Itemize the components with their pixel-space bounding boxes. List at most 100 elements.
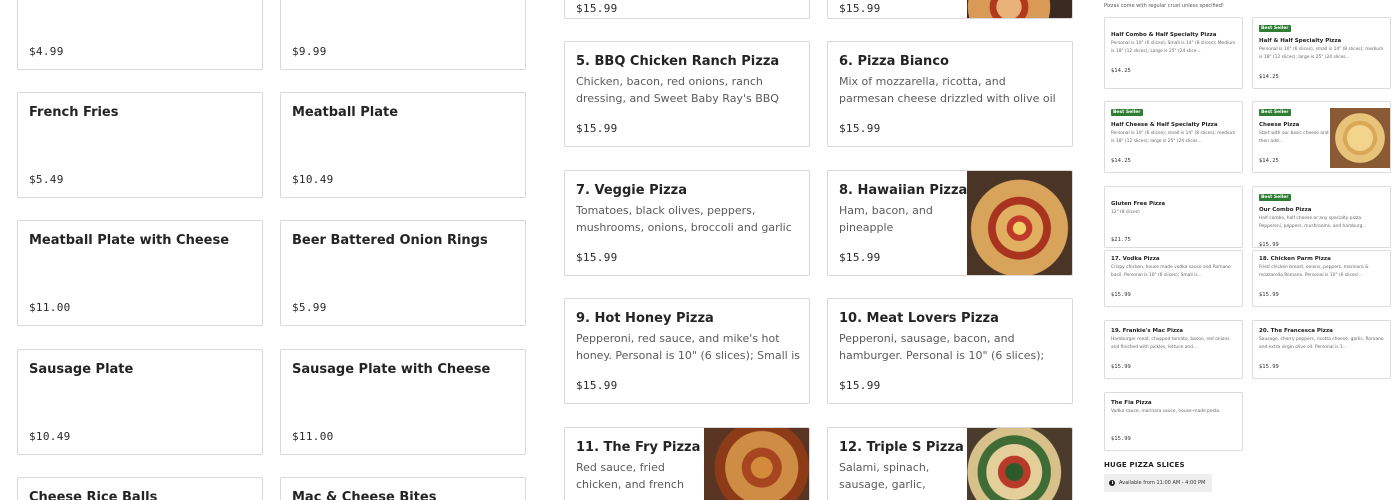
item-name: 18. Chicken Parm Pizza (1259, 256, 1331, 262)
best-seller-badge: Best Seller (1259, 194, 1291, 201)
item-name: Sausage Plate with Cheese (292, 362, 491, 377)
item-name: 11. The Fry Pizza (576, 440, 701, 455)
item-name: 20. The Francesca Pizza (1259, 328, 1333, 334)
pizza-photo (1330, 108, 1390, 168)
item-price: $15.99 (1259, 364, 1279, 370)
pizza-photo (967, 428, 1072, 500)
mini-menu-card[interactable]: Best Seller Half & Half Specialty Pizza … (1252, 17, 1391, 89)
item-price: $14.25 (1111, 158, 1131, 164)
menu-item-card[interactable]: 11. The Fry Pizza Red sauce, fried chick… (564, 427, 810, 500)
item-description: Vodka sauce, marinara sauce, house-made … (1111, 409, 1221, 414)
mini-menu-card[interactable]: Best Seller Cheese Pizza Start with our … (1252, 101, 1391, 173)
item-name: Half Combo & Half Specialty Pizza (1111, 32, 1217, 38)
item-name: 17. Vodka Pizza (1111, 256, 1160, 262)
item-price: $14.25 (1111, 68, 1131, 74)
mini-menu-card[interactable]: Half Combo & Half Specialty Pizza Person… (1104, 17, 1243, 89)
menu-item-card[interactable]: Cheese Rice Balls (17, 477, 263, 500)
mini-menu-card[interactable]: 19. Frankie's Mac Pizza Hamburger meat, … (1104, 320, 1243, 379)
mini-menu-card[interactable]: Best Seller Our Combo Pizza Half combo, … (1252, 186, 1391, 248)
item-name: Beer Battered Onion Rings (292, 233, 488, 248)
clock-icon (1109, 480, 1115, 486)
item-description: Personal is 10" (6 slices); Small is 14"… (1111, 41, 1236, 54)
menu-item-card[interactable]: 9. Hot Honey Pizza Pepperoni, red sauce,… (564, 298, 810, 404)
menu-item-card[interactable]: Meatball Plate $10.49 (280, 92, 526, 198)
item-name: French Fries (29, 105, 119, 120)
item-price: $15.99 (839, 2, 881, 15)
menu-item-card[interactable]: Beer Battered Onion Rings $5.99 (280, 220, 526, 326)
item-name: 12. Triple S Pizza (839, 440, 964, 455)
menu-item-card[interactable]: French Fries $5.49 (17, 92, 263, 198)
menu-item-card[interactable]: Mac & Cheese Bites (280, 477, 526, 500)
item-name: Gluten Free Pizza (1111, 201, 1166, 207)
item-price: $5.49 (29, 173, 64, 186)
best-seller-badge: Best Seller (1259, 25, 1291, 32)
item-price: $15.99 (1259, 292, 1279, 298)
item-name: 8. Hawaiian Pizza (839, 183, 968, 198)
mini-menu-card[interactable]: 17. Vodka Pizza Crispy chicken, house ma… (1104, 250, 1243, 307)
item-name: 5. BBQ Chicken Ranch Pizza (576, 54, 780, 69)
menu-item-card[interactable]: $15.99 (827, 0, 1073, 19)
availability-chip: Available from 11:00 AM - 4:00 PM (1104, 474, 1212, 492)
item-description: Half combo, half cheese or any specialty… (1259, 216, 1367, 229)
item-price: $14.25 (1259, 74, 1279, 80)
pizza-photo (704, 428, 809, 500)
item-price: $15.99 (1111, 364, 1131, 370)
item-name: 9. Hot Honey Pizza (576, 311, 714, 326)
mini-menu-card[interactable]: Gluten Free Pizza 12" (8 slices) $21.75 (1104, 186, 1243, 248)
menu-item-card[interactable]: 6. Pizza Bianco Mix of mozzarella, ricot… (827, 41, 1073, 147)
item-price: $11.00 (29, 301, 71, 314)
item-description: Start with our basic cheese and then add… (1259, 131, 1329, 144)
best-seller-badge: Best Seller (1259, 109, 1291, 116)
menu-item-card[interactable]: $9.99 (280, 0, 526, 70)
availability-text: Available from 11:00 AM - 4:00 PM (1119, 480, 1206, 486)
pizza-photo (967, 171, 1072, 275)
menu-item-card[interactable]: $15.99 (564, 0, 810, 19)
item-price: $15.99 (1111, 436, 1131, 442)
menu-item-card[interactable]: $4.99 (17, 0, 263, 70)
item-price: $15.99 (576, 2, 618, 15)
item-description: Fried chicken breast, onions, peppers, m… (1259, 265, 1369, 278)
item-name: Meatball Plate (292, 105, 399, 120)
menu-item-card[interactable]: 10. Meat Lovers Pizza Pepperoni, sausage… (827, 298, 1073, 404)
menu-item-card[interactable]: Sausage Plate $10.49 (17, 349, 263, 455)
item-price: $5.99 (292, 301, 327, 314)
item-price: $10.49 (292, 173, 334, 186)
item-price: $15.99 (839, 251, 881, 264)
item-name: Half Cheese & Half Specialty Pizza (1111, 122, 1218, 128)
mini-menu-card[interactable]: 20. The Francesca Pizza Sausage, cherry … (1252, 320, 1391, 379)
item-name: Sausage Plate (29, 362, 134, 377)
item-price: $4.99 (29, 45, 64, 58)
item-description: Mix of mozzarella, ricotta, and parmesan… (839, 75, 1056, 105)
item-price: $9.99 (292, 45, 327, 58)
item-description: Hamburger meat, chopped tomato, bacon, r… (1111, 337, 1230, 350)
item-description: Red sauce, fried chicken, and french fri… (576, 461, 684, 491)
section-heading: HUGE PIZZA SLICES (1104, 461, 1185, 469)
item-price: $15.99 (839, 122, 881, 135)
item-name: The Fia Pizza (1111, 400, 1152, 406)
item-price: $15.99 (1259, 242, 1279, 248)
mini-menu-card[interactable]: The Fia Pizza Vodka sauce, marinara sauc… (1104, 392, 1243, 451)
item-price: $11.00 (292, 430, 334, 443)
pizza-photo (967, 0, 1072, 18)
item-price: $15.99 (839, 379, 881, 392)
mini-menu-card[interactable]: Best Seller Half Cheese & Half Specialty… (1104, 101, 1243, 173)
menu-item-card[interactable]: 7. Veggie Pizza Tomatoes, black olives, … (564, 170, 810, 276)
item-name: Half & Half Specialty Pizza (1259, 38, 1342, 44)
item-name: Our Combo Pizza (1259, 207, 1312, 213)
item-price: $15.99 (576, 122, 618, 135)
menu-item-card[interactable]: 8. Hawaiian Pizza Ham, bacon, and pineap… (827, 170, 1073, 276)
item-name: 6. Pizza Bianco (839, 54, 949, 69)
menu-item-card[interactable]: 12. Triple S Pizza Salami, spinach, saus… (827, 427, 1073, 500)
item-description: Personal is 10" (6 slices); small is 14"… (1111, 131, 1236, 144)
menu-item-card[interactable]: 5. BBQ Chicken Ranch Pizza Chicken, baco… (564, 41, 810, 147)
mini-menu-card[interactable]: 18. Chicken Parm Pizza Fried chicken bre… (1252, 250, 1391, 307)
best-seller-badge: Best Seller (1111, 109, 1143, 116)
item-price: $21.75 (1111, 237, 1131, 243)
item-name: Cheese Rice Balls (29, 490, 158, 500)
menu-item-card[interactable]: Sausage Plate with Cheese $11.00 (280, 349, 526, 455)
item-price: $10.49 (29, 430, 71, 443)
menu-item-card[interactable]: Meatball Plate with Cheese $11.00 (17, 220, 263, 326)
item-description: Sausage, cherry peppers, ricotta cheese,… (1259, 337, 1384, 350)
item-description: Pepperoni, sausage, bacon, and hamburger… (839, 332, 1045, 362)
item-description: Salami, spinach, sausage, garlic, olive … (839, 461, 930, 491)
